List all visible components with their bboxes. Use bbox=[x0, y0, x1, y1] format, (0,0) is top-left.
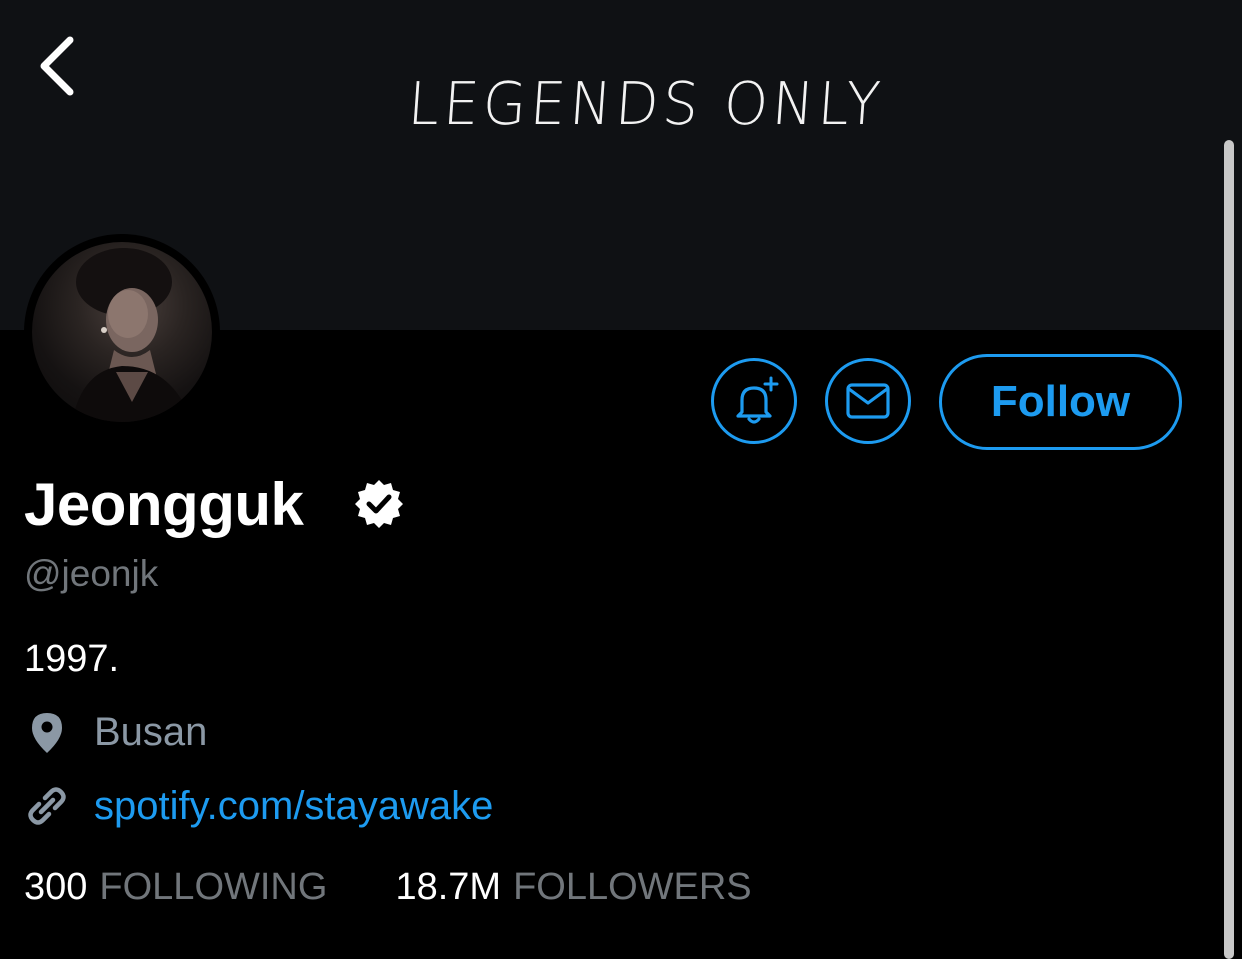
location-text: Busan bbox=[94, 709, 208, 754]
profile-link[interactable]: spotify.com/stayawake bbox=[24, 781, 493, 831]
chevron-left-icon bbox=[40, 36, 74, 96]
message-button[interactable] bbox=[825, 358, 911, 444]
scrollbar[interactable] bbox=[1224, 140, 1234, 959]
envelope-icon bbox=[846, 383, 890, 419]
following-stat[interactable]: 300 FOLLOWING bbox=[24, 866, 327, 909]
avatar[interactable] bbox=[24, 234, 220, 430]
notifications-button[interactable] bbox=[711, 358, 797, 444]
back-button[interactable] bbox=[28, 30, 88, 102]
verified-badge-icon bbox=[355, 480, 403, 528]
avatar-image bbox=[32, 242, 212, 422]
following-label: FOLLOWING bbox=[99, 866, 328, 908]
profile-stats: 300 FOLLOWING 18.7M FOLLOWERS bbox=[24, 866, 820, 909]
link-icon bbox=[28, 787, 66, 825]
link-text[interactable]: spotify.com/stayawake bbox=[94, 784, 493, 829]
follow-button[interactable]: Follow bbox=[939, 354, 1182, 450]
bell-plus-icon bbox=[736, 376, 779, 424]
followers-stat[interactable]: 18.7M FOLLOWERS bbox=[395, 866, 751, 909]
following-count: 300 bbox=[24, 866, 88, 908]
followers-label: FOLLOWERS bbox=[513, 866, 752, 908]
profile-bio: 1997. bbox=[24, 638, 120, 680]
banner-text: LEGENDS ONLY bbox=[405, 70, 887, 139]
display-name: Jeongguk bbox=[24, 471, 304, 538]
profile-handle: @jeonjk bbox=[24, 553, 159, 594]
followers-count: 18.7M bbox=[395, 866, 502, 908]
location-pin-icon bbox=[32, 713, 62, 753]
profile-location: Busan bbox=[24, 707, 207, 757]
